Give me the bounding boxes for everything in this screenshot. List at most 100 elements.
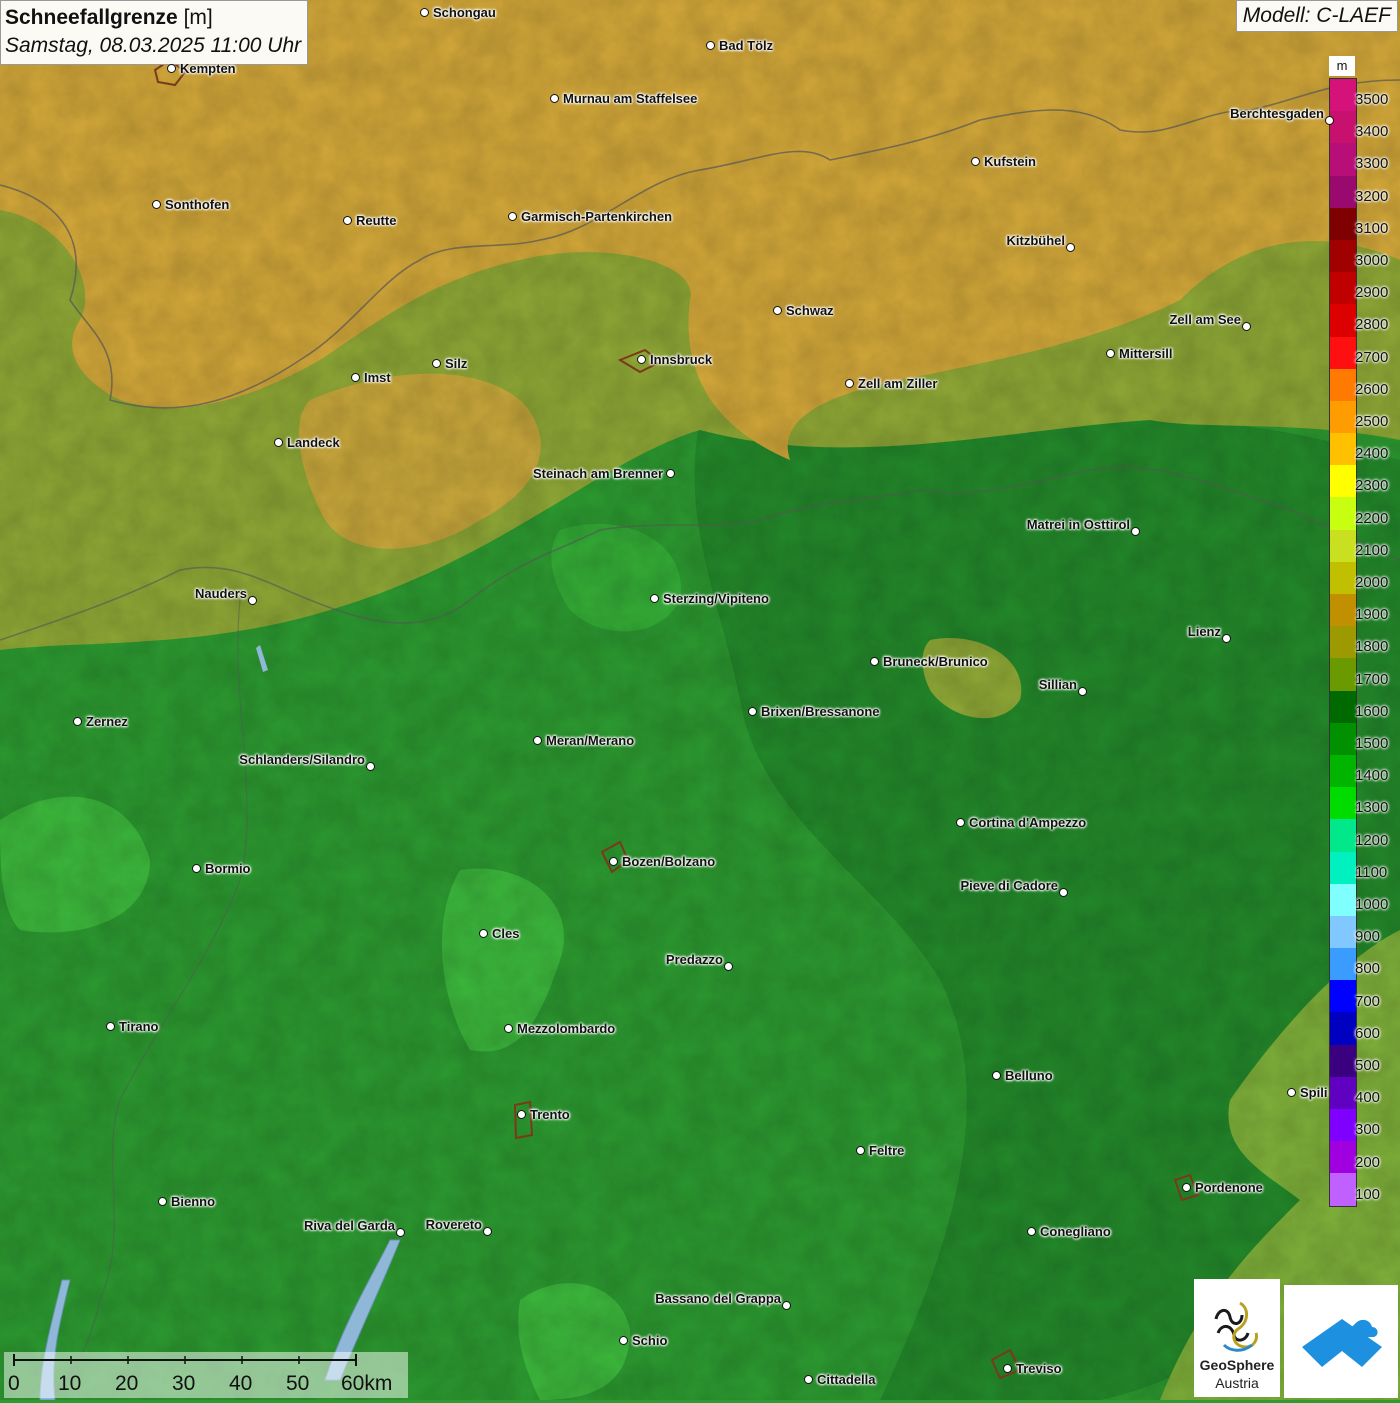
city-marker[interactable] xyxy=(637,355,646,364)
legend-level-label: 2300 xyxy=(1355,477,1389,495)
city-marker[interactable] xyxy=(1242,322,1251,331)
city-marker[interactable] xyxy=(1078,687,1087,696)
city-label: Conegliano xyxy=(1040,1224,1111,1239)
app-logo[interactable] xyxy=(1284,1285,1398,1398)
city-marker[interactable] xyxy=(1059,888,1068,897)
legend-level-label: 1400 xyxy=(1355,767,1389,785)
legend-level-label: 2800 xyxy=(1355,316,1389,334)
city-marker[interactable] xyxy=(1182,1183,1191,1192)
city-marker[interactable] xyxy=(550,94,559,103)
legend-swatch xyxy=(1330,529,1356,562)
city-label: Spili xyxy=(1300,1085,1328,1100)
city-marker[interactable] xyxy=(724,962,733,971)
city-marker[interactable] xyxy=(1027,1227,1036,1236)
city-marker[interactable] xyxy=(479,929,488,938)
city-marker[interactable] xyxy=(706,41,715,50)
legend-swatch xyxy=(1330,787,1356,820)
map-title: Schneefallgrenze [m] xyxy=(5,4,301,32)
legend-level-label: 3300 xyxy=(1355,155,1389,173)
city-marker[interactable] xyxy=(992,1071,1001,1080)
city-marker[interactable] xyxy=(432,359,441,368)
city-label: Kitzbühel xyxy=(1006,233,1066,248)
city-marker[interactable] xyxy=(274,438,283,447)
city-marker[interactable] xyxy=(956,818,965,827)
city-marker[interactable] xyxy=(192,864,201,873)
geosphere-logo[interactable]: GeoSphere Austria xyxy=(1194,1279,1280,1397)
city-label: Zell am See xyxy=(1169,312,1241,327)
city-marker[interactable] xyxy=(870,657,879,666)
city-marker[interactable] xyxy=(396,1228,405,1237)
city-label: Bozen/Bolzano xyxy=(622,854,716,869)
city-label: Landeck xyxy=(287,435,340,450)
legend-swatch xyxy=(1330,1141,1356,1174)
city-marker[interactable] xyxy=(508,212,517,221)
city-marker[interactable] xyxy=(619,1336,628,1345)
legend-swatch xyxy=(1330,1044,1356,1077)
city-marker[interactable] xyxy=(1066,243,1075,252)
city-label: Bruneck/Brunico xyxy=(883,654,988,669)
city-marker[interactable] xyxy=(248,596,257,605)
legend-level-label: 1700 xyxy=(1355,670,1389,688)
city-label: Predazzo xyxy=(665,952,723,967)
city-label: Brixen/Bressanone xyxy=(761,704,880,719)
geosphere-logo-line1: GeoSphere xyxy=(1199,1357,1275,1373)
city-marker[interactable] xyxy=(366,762,375,771)
city-marker[interactable] xyxy=(73,717,82,726)
app-logo-icon xyxy=(1302,1319,1382,1367)
city-marker[interactable] xyxy=(782,1301,791,1310)
legend-swatch xyxy=(1330,497,1356,530)
city-label: Cortina d'Ampezzo xyxy=(969,815,1087,830)
city-marker[interactable] xyxy=(158,1197,167,1206)
city-marker[interactable] xyxy=(1325,116,1334,125)
map-datetime: Samstag, 08.03.2025 11:00 Uhr xyxy=(5,34,302,57)
legend-color-bar xyxy=(1329,78,1357,1207)
legend-swatch xyxy=(1330,175,1356,208)
city-marker[interactable] xyxy=(420,8,429,17)
city-marker[interactable] xyxy=(804,1375,813,1384)
city-marker[interactable] xyxy=(856,1146,865,1155)
city-marker[interactable] xyxy=(533,736,542,745)
legend-level-label: 1300 xyxy=(1355,799,1389,817)
legend-swatch xyxy=(1330,239,1356,273)
city-marker[interactable] xyxy=(609,857,618,866)
legend-level-label: 800 xyxy=(1355,960,1381,978)
city-marker[interactable] xyxy=(152,200,161,209)
legend-swatch xyxy=(1330,915,1356,949)
city-marker[interactable] xyxy=(343,216,352,225)
city-marker[interactable] xyxy=(1222,634,1231,643)
city-label: Bassano del Grappa xyxy=(655,1291,781,1306)
city-marker[interactable] xyxy=(971,157,980,166)
parameter-unit: [m] xyxy=(183,6,213,29)
legend-swatch xyxy=(1330,658,1356,691)
city-marker[interactable] xyxy=(773,306,782,315)
city-marker[interactable] xyxy=(1287,1088,1296,1097)
city-label: Cles xyxy=(492,926,520,941)
city-marker[interactable] xyxy=(748,707,757,716)
city-marker[interactable] xyxy=(517,1110,526,1119)
legend-level-label: 900 xyxy=(1355,928,1381,946)
city-label: Meran/Merano xyxy=(546,733,635,748)
city-marker[interactable] xyxy=(1131,527,1140,536)
city-marker[interactable] xyxy=(1106,349,1115,358)
city-label: Zell am Ziller xyxy=(858,376,938,391)
city-marker[interactable] xyxy=(650,594,659,603)
city-marker[interactable] xyxy=(666,469,675,478)
legend-swatch xyxy=(1330,851,1356,884)
city-marker[interactable] xyxy=(167,64,176,73)
city-label: Pordenone xyxy=(1195,1180,1263,1195)
scale-tick-40: 40 xyxy=(229,1372,253,1395)
city-label: Murnau am Staffelsee xyxy=(563,91,698,106)
city-label: Mezzolombardo xyxy=(517,1021,616,1036)
city-marker[interactable] xyxy=(504,1024,513,1033)
city-marker[interactable] xyxy=(845,379,854,388)
scale-tick-50: 50 xyxy=(286,1372,310,1395)
legend-swatch xyxy=(1330,948,1356,981)
city-label: Belluno xyxy=(1005,1068,1053,1083)
city-marker[interactable] xyxy=(106,1022,115,1031)
city-marker[interactable] xyxy=(351,373,360,382)
city-label: Pieve di Cadore xyxy=(960,878,1058,893)
city-marker[interactable] xyxy=(483,1227,492,1236)
city-label: Garmisch-Partenkirchen xyxy=(521,209,673,224)
city-marker[interactable] xyxy=(1003,1364,1012,1373)
legend-swatch xyxy=(1330,690,1356,723)
